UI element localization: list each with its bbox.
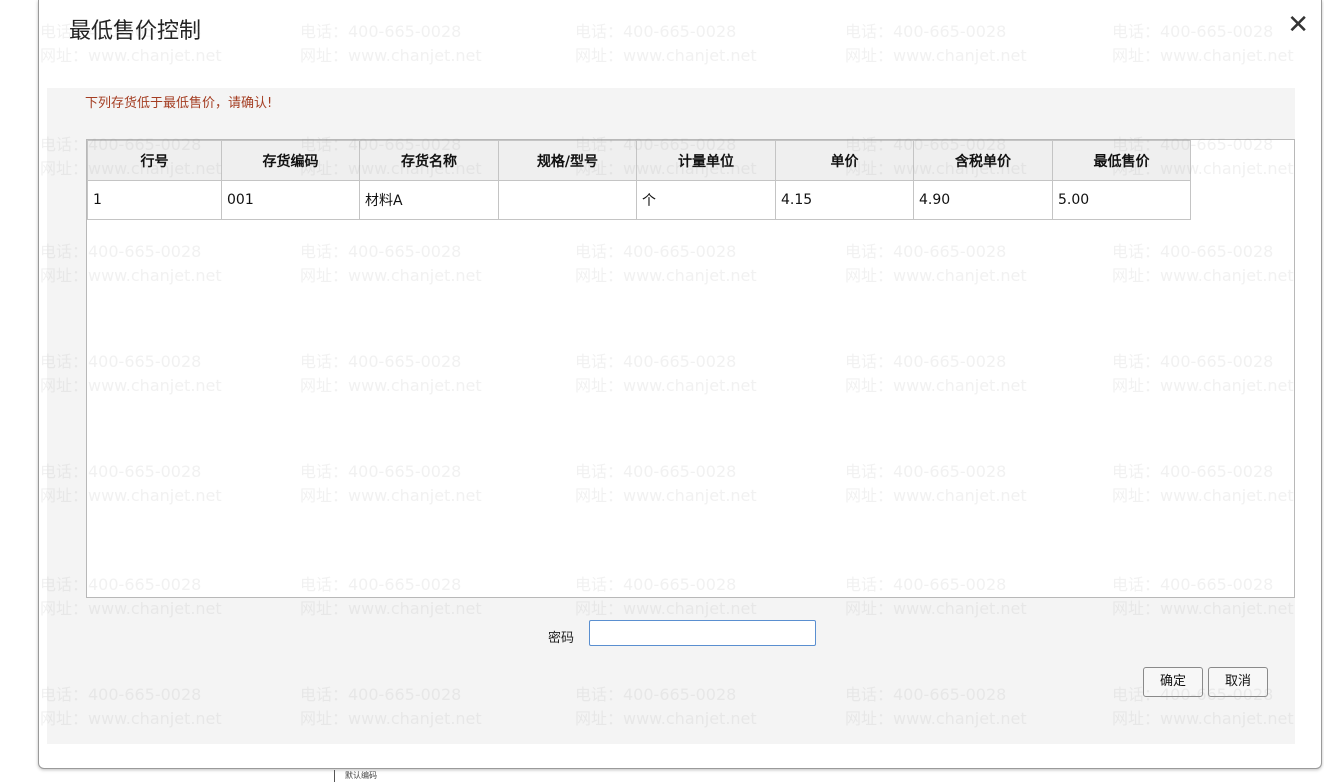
cell-unit[interactable]: 个 [636, 180, 776, 220]
cell-tax-price[interactable]: 4.90 [913, 180, 1053, 220]
column-header[interactable]: 行号 [87, 140, 222, 181]
dialog-title: 最低售价控制 [69, 19, 202, 44]
table-header-row: 行号 存货编码 存货名称 规格/型号 计量单位 单价 含税单价 最低售价 [87, 140, 1191, 181]
column-header[interactable]: 计量单位 [636, 140, 776, 181]
cell-unit-price[interactable]: 4.15 [775, 180, 914, 220]
close-icon[interactable]: ✕ [1287, 9, 1309, 41]
table-row[interactable]: 1 001 材料A 个 4.15 4.90 5.00 [87, 180, 1191, 220]
column-header[interactable]: 最低售价 [1052, 140, 1191, 181]
cancel-button[interactable]: 取消 [1208, 667, 1268, 697]
column-header[interactable]: 含税单价 [913, 140, 1053, 181]
password-input[interactable] [589, 620, 816, 646]
cell-item-name[interactable]: 材料A [359, 180, 499, 220]
price-table: 行号 存货编码 存货名称 规格/型号 计量单位 单价 含税单价 最低售价 1 0… [87, 140, 1191, 220]
warning-message: 下列存货低于最低售价，请确认! [85, 96, 273, 111]
column-header[interactable]: 存货名称 [359, 140, 499, 181]
cell-spec[interactable] [498, 180, 637, 220]
column-header[interactable]: 规格/型号 [498, 140, 637, 181]
price-table-container: 行号 存货编码 存货名称 规格/型号 计量单位 单价 含税单价 最低售价 1 0… [86, 139, 1295, 598]
background-strip: 默认编码 [334, 770, 464, 782]
password-label: 密码 [548, 631, 575, 646]
column-header[interactable]: 存货编码 [221, 140, 360, 181]
cell-item-code[interactable]: 001 [221, 180, 360, 220]
cell-row-number[interactable]: 1 [87, 180, 222, 220]
confirm-button[interactable]: 确定 [1143, 667, 1203, 697]
cell-min-price[interactable]: 5.00 [1052, 180, 1191, 220]
column-header[interactable]: 单价 [775, 140, 914, 181]
